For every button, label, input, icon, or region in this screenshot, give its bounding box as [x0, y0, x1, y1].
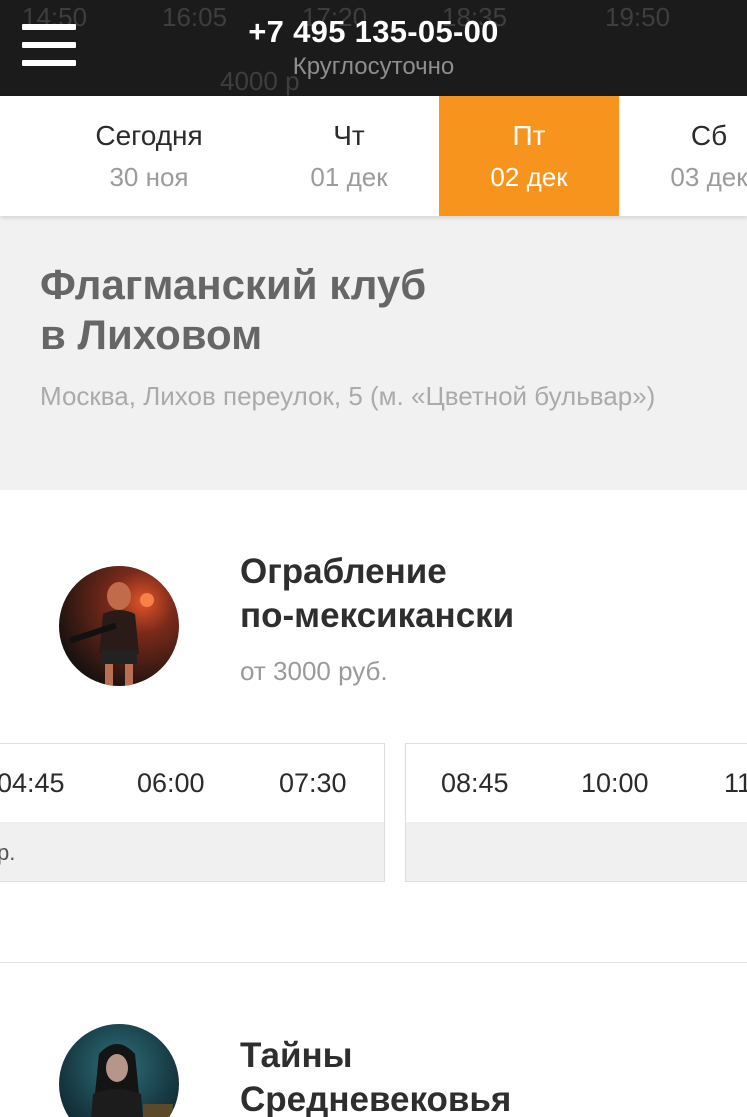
date-tab-date: 01 дек — [310, 162, 388, 192]
quest-title[interactable]: Тайны Средневековья — [240, 1034, 511, 1117]
quest-title-line: по-мексикански — [240, 596, 515, 635]
time-slot[interactable]: 06:00 — [137, 768, 205, 799]
time-slot[interactable]: 07:30 — [279, 768, 347, 799]
date-tab-today[interactable]: Сегодня 30 ноя — [59, 96, 239, 216]
date-tab-date: 03 дек — [670, 162, 747, 192]
phone-number[interactable]: +7 495 135-05-00 — [0, 14, 747, 50]
time-slot[interactable]: 04:45 — [0, 768, 65, 799]
quest-price: от 3000 руб. — [240, 656, 388, 686]
club-address: Москва, Лихов переулок, 5 (м. «Цветной б… — [40, 381, 656, 411]
date-tab-day: Сегодня — [95, 120, 203, 151]
quest-title-line: Средневековья — [240, 1080, 512, 1117]
top-header: 14:50 16:05 17:20 18:35 19:50 4000 р +7 … — [0, 0, 747, 96]
date-tab-date: 30 ноя — [109, 162, 189, 192]
slot-price-bar — [406, 822, 747, 881]
date-tab-day: Чт — [333, 120, 365, 151]
quest-image[interactable] — [59, 566, 179, 686]
section-divider — [0, 962, 747, 963]
date-tab-thu[interactable]: Чт 01 дек — [259, 96, 439, 216]
date-tab-day: Сб — [690, 120, 728, 151]
quest-title[interactable]: Ограбление по-мексикански — [240, 550, 514, 638]
club-title: Флагманский клуб в Лиховом — [40, 260, 560, 360]
working-hours: Круглосуточно — [292, 53, 455, 80]
quest-image[interactable] — [59, 1024, 179, 1117]
club-title-line: в Лиховом — [40, 311, 263, 358]
time-slot-group: 08:45 10:00 11 — [405, 743, 747, 882]
slot-price-note: р. — [0, 840, 16, 865]
time-slot[interactable]: 10:00 — [581, 768, 649, 799]
time-slot[interactable]: 11 — [724, 768, 747, 799]
date-tabs: Сегодня 30 ноя Чт 01 дек Пт 02 дек Сб 03… — [0, 96, 747, 216]
time-slot-group: 04:45 06:00 07:30 р. — [0, 743, 385, 882]
date-tab-sat[interactable]: Сб 03 дек — [619, 96, 747, 216]
quest-title-line: Тайны — [240, 1036, 353, 1075]
quest-title-line: Ограбление — [240, 552, 447, 591]
date-tab-day: Пт — [512, 120, 546, 151]
date-tab-date: 02 дек — [490, 162, 568, 192]
time-slot[interactable]: 08:45 — [441, 768, 509, 799]
club-info: Флагманский клуб в Лиховом Москва, Лихов… — [0, 216, 747, 490]
club-title-line: Флагманский клуб — [40, 261, 427, 308]
slot-price-bar — [0, 822, 384, 881]
date-tab-fri[interactable]: Пт 02 дек — [439, 96, 619, 216]
